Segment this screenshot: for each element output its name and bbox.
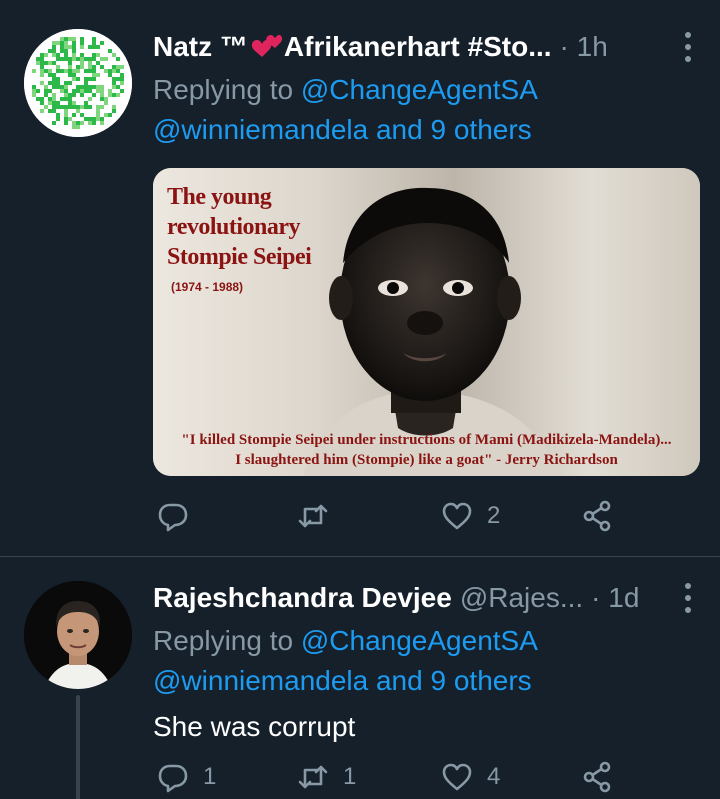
share-button[interactable]: [581, 500, 613, 532]
replying-to: Replying to @ChangeAgentSA: [153, 70, 720, 110]
mention-link[interactable]: @ChangeAgentSA: [301, 74, 538, 105]
tweet-text: She was corrupt: [153, 711, 356, 742]
tweet-actions: 2: [153, 496, 630, 536]
reply-button[interactable]: [157, 500, 203, 532]
tweet-time[interactable]: · 1h: [560, 31, 608, 63]
person-avatar-icon: [24, 581, 132, 689]
tweet-content: Rajeshchandra Devjee @Rajes... · 1d Repl…: [153, 575, 720, 747]
handle[interactable]: @Rajes...: [460, 582, 583, 614]
more-icon[interactable]: [682, 583, 694, 613]
retweet-button[interactable]: [297, 500, 343, 532]
retweet-count: 1: [343, 763, 357, 790]
qr-code-avatar-icon: [24, 29, 132, 137]
reply-icon: [158, 764, 188, 793]
like-button[interactable]: 4: [441, 761, 500, 793]
like-button[interactable]: 2: [441, 500, 500, 532]
tweet-content: Natz ™ Afrikanerhart #Sto... · 1h Replyi…: [153, 24, 720, 150]
avatar[interactable]: [24, 29, 132, 137]
retweet-icon: [298, 504, 328, 528]
image-title-line: revolutionary: [167, 214, 301, 240]
like-icon: [442, 502, 472, 530]
image-quote-line: I slaughtered him (Stompie) like a goat"…: [235, 452, 618, 468]
share-icon: [583, 500, 611, 532]
mention-others-link[interactable]: @winniemandela and 9 others: [153, 114, 532, 145]
retweet-icon: [298, 765, 328, 789]
tweet-header: Rajeshchandra Devjee @Rajes... · 1d: [153, 575, 720, 621]
display-name[interactable]: Natz ™: [153, 31, 248, 63]
replying-to-others: @winniemandela and 9 others: [153, 661, 720, 701]
tweet-rajeshchandra[interactable]: Rajeshchandra Devjee @Rajes... · 1d Repl…: [0, 557, 720, 799]
replying-prefix: Replying to: [153, 625, 294, 656]
tweet-natz[interactable]: Natz ™ Afrikanerhart #Sto... · 1h Replyi…: [0, 0, 720, 557]
avatar[interactable]: [24, 581, 132, 689]
tweet-header: Natz ™ Afrikanerhart #Sto... · 1h: [153, 24, 720, 70]
share-button[interactable]: [581, 761, 613, 793]
like-count: 4: [487, 763, 501, 790]
replying-to-others: @winniemandela and 9 others: [153, 110, 720, 150]
more-icon[interactable]: [682, 32, 694, 62]
replying-to: Replying to @ChangeAgentSA: [153, 621, 720, 661]
image-title-line: Stompie Seipei: [167, 244, 312, 270]
image-quote-line: "I killed Stompie Seipei under instructi…: [181, 432, 672, 448]
mention-link[interactable]: @ChangeAgentSA: [301, 625, 538, 656]
tweet-actions: 1 1 4: [153, 757, 630, 797]
thread-line: [76, 695, 80, 799]
heart-emoji-icon: [251, 35, 282, 57]
like-count: 2: [487, 502, 501, 529]
display-name-suffix[interactable]: Afrikanerhart #Sto...: [284, 31, 552, 63]
like-icon: [442, 763, 472, 791]
display-name[interactable]: Rajeshchandra Devjee: [153, 582, 452, 614]
mention-others-link[interactable]: @winniemandela and 9 others: [153, 665, 532, 696]
image-title: The young revolutionary Stompie Seipei: [167, 182, 312, 272]
image-title-line: The young: [167, 184, 272, 210]
tweet-image[interactable]: The young revolutionary Stompie Seipei (…: [153, 168, 700, 476]
replying-prefix: Replying to: [153, 74, 294, 105]
reply-icon: [158, 503, 188, 532]
share-icon: [583, 761, 611, 793]
reply-count: 1: [203, 763, 217, 790]
reply-button[interactable]: 1: [157, 761, 216, 793]
image-dates: (1974 - 1988): [171, 280, 244, 294]
retweet-button[interactable]: 1: [297, 761, 356, 793]
image-quote: "I killed Stompie Seipei under instructi…: [153, 430, 700, 470]
timeline: Natz ™ Afrikanerhart #Sto... · 1h Replyi…: [0, 0, 720, 799]
tweet-time[interactable]: · 1d: [591, 582, 639, 614]
